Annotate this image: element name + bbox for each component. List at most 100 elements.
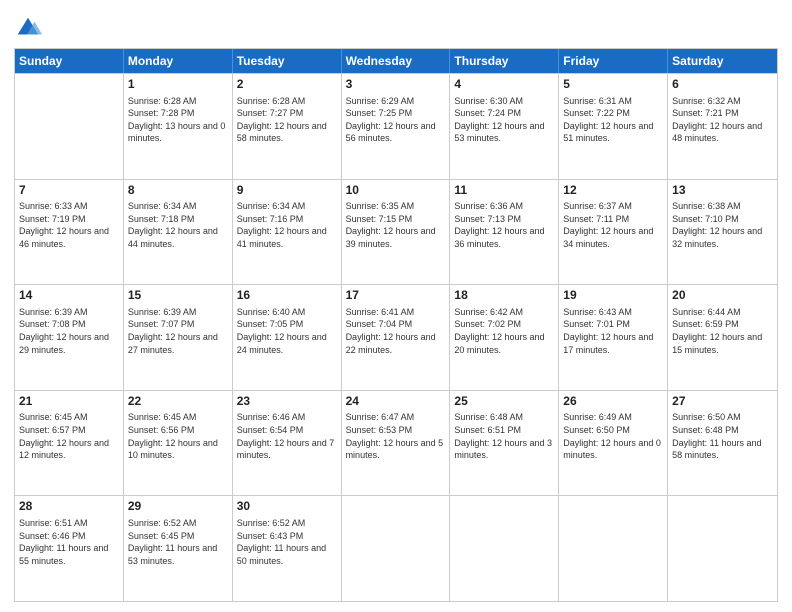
- calendar-cell: 2 Sunrise: 6:28 AMSunset: 7:27 PMDaylight…: [233, 74, 342, 179]
- day-info: Sunrise: 6:28 AMSunset: 7:27 PMDaylight:…: [237, 95, 337, 145]
- day-info: Sunrise: 6:40 AMSunset: 7:05 PMDaylight:…: [237, 306, 337, 356]
- calendar-cell: 5 Sunrise: 6:31 AMSunset: 7:22 PMDaylight…: [559, 74, 668, 179]
- day-number: 17: [346, 288, 446, 304]
- day-number: 4: [454, 77, 554, 93]
- calendar-cell: 18 Sunrise: 6:42 AMSunset: 7:02 PMDayligh…: [450, 285, 559, 390]
- calendar-cell: [450, 496, 559, 601]
- calendar-week: 28 Sunrise: 6:51 AMSunset: 6:46 PMDayligh…: [15, 495, 777, 601]
- day-info: Sunrise: 6:45 AMSunset: 6:56 PMDaylight:…: [128, 411, 228, 461]
- calendar-header: SundayMondayTuesdayWednesdayThursdayFrid…: [15, 49, 777, 73]
- logo: [14, 14, 46, 42]
- calendar-cell: 17 Sunrise: 6:41 AMSunset: 7:04 PMDayligh…: [342, 285, 451, 390]
- logo-icon: [14, 14, 42, 42]
- day-number: 28: [19, 499, 119, 515]
- day-info: Sunrise: 6:33 AMSunset: 7:19 PMDaylight:…: [19, 200, 119, 250]
- calendar-cell: 26Sunrise: 6:49 AMSunset: 6:50 PMDayligh…: [559, 391, 668, 496]
- day-info: Sunrise: 6:29 AMSunset: 7:25 PMDaylight:…: [346, 95, 446, 145]
- cal-header-day: Monday: [124, 49, 233, 73]
- day-number: 5: [563, 77, 663, 93]
- day-info: Sunrise: 6:37 AMSunset: 7:11 PMDaylight:…: [563, 200, 663, 250]
- day-info: Sunrise: 6:35 AMSunset: 7:15 PMDaylight:…: [346, 200, 446, 250]
- day-info: Sunrise: 6:38 AMSunset: 7:10 PMDaylight:…: [672, 200, 773, 250]
- calendar-cell: 22Sunrise: 6:45 AMSunset: 6:56 PMDayligh…: [124, 391, 233, 496]
- day-number: 19: [563, 288, 663, 304]
- page: SundayMondayTuesdayWednesdayThursdayFrid…: [0, 0, 792, 612]
- calendar-cell: [559, 496, 668, 601]
- calendar-cell: 23Sunrise: 6:46 AMSunset: 6:54 PMDayligh…: [233, 391, 342, 496]
- header: [14, 10, 778, 42]
- day-info: Sunrise: 6:30 AMSunset: 7:24 PMDaylight:…: [454, 95, 554, 145]
- calendar: SundayMondayTuesdayWednesdayThursdayFrid…: [14, 48, 778, 602]
- day-info: Sunrise: 6:39 AMSunset: 7:07 PMDaylight:…: [128, 306, 228, 356]
- day-number: 30: [237, 499, 337, 515]
- cal-header-day: Sunday: [15, 49, 124, 73]
- day-info: Sunrise: 6:52 AMSunset: 6:43 PMDaylight:…: [237, 517, 337, 567]
- day-number: 3: [346, 77, 446, 93]
- day-number: 29: [128, 499, 228, 515]
- day-number: 22: [128, 394, 228, 410]
- day-info: Sunrise: 6:31 AMSunset: 7:22 PMDaylight:…: [563, 95, 663, 145]
- calendar-cell: 29Sunrise: 6:52 AMSunset: 6:45 PMDayligh…: [124, 496, 233, 601]
- day-info: Sunrise: 6:34 AMSunset: 7:16 PMDaylight:…: [237, 200, 337, 250]
- calendar-cell: 24Sunrise: 6:47 AMSunset: 6:53 PMDayligh…: [342, 391, 451, 496]
- day-number: 11: [454, 183, 554, 199]
- day-number: 24: [346, 394, 446, 410]
- day-info: Sunrise: 6:43 AMSunset: 7:01 PMDaylight:…: [563, 306, 663, 356]
- calendar-week: 21Sunrise: 6:45 AMSunset: 6:57 PMDayligh…: [15, 390, 777, 496]
- day-number: 21: [19, 394, 119, 410]
- calendar-cell: 19 Sunrise: 6:43 AMSunset: 7:01 PMDayligh…: [559, 285, 668, 390]
- day-number: 9: [237, 183, 337, 199]
- calendar-cell: 28 Sunrise: 6:51 AMSunset: 6:46 PMDayligh…: [15, 496, 124, 601]
- day-info: Sunrise: 6:28 AMSunset: 7:28 PMDaylight:…: [128, 95, 228, 145]
- calendar-week: 7Sunrise: 6:33 AMSunset: 7:19 PMDaylight…: [15, 179, 777, 285]
- calendar-cell: 9Sunrise: 6:34 AMSunset: 7:16 PMDaylight…: [233, 180, 342, 285]
- cal-header-day: Friday: [559, 49, 668, 73]
- day-number: 1: [128, 77, 228, 93]
- day-number: 2: [237, 77, 337, 93]
- cal-header-day: Thursday: [450, 49, 559, 73]
- day-info: Sunrise: 6:46 AMSunset: 6:54 PMDaylight:…: [237, 411, 337, 461]
- calendar-cell: [342, 496, 451, 601]
- day-info: Sunrise: 6:42 AMSunset: 7:02 PMDaylight:…: [454, 306, 554, 356]
- calendar-cell: 8Sunrise: 6:34 AMSunset: 7:18 PMDaylight…: [124, 180, 233, 285]
- day-info: Sunrise: 6:39 AMSunset: 7:08 PMDaylight:…: [19, 306, 119, 356]
- day-info: Sunrise: 6:41 AMSunset: 7:04 PMDaylight:…: [346, 306, 446, 356]
- day-number: 16: [237, 288, 337, 304]
- day-number: 23: [237, 394, 337, 410]
- calendar-week: 14 Sunrise: 6:39 AMSunset: 7:08 PMDayligh…: [15, 284, 777, 390]
- day-number: 18: [454, 288, 554, 304]
- day-number: 26: [563, 394, 663, 410]
- day-number: 12: [563, 183, 663, 199]
- day-number: 7: [19, 183, 119, 199]
- day-number: 20: [672, 288, 773, 304]
- day-info: Sunrise: 6:50 AMSunset: 6:48 PMDaylight:…: [672, 411, 773, 461]
- day-info: Sunrise: 6:34 AMSunset: 7:18 PMDaylight:…: [128, 200, 228, 250]
- calendar-body: 1 Sunrise: 6:28 AMSunset: 7:28 PMDaylight…: [15, 73, 777, 601]
- cal-header-day: Saturday: [668, 49, 777, 73]
- day-info: Sunrise: 6:51 AMSunset: 6:46 PMDaylight:…: [19, 517, 119, 567]
- calendar-cell: 21Sunrise: 6:45 AMSunset: 6:57 PMDayligh…: [15, 391, 124, 496]
- calendar-cell: 27Sunrise: 6:50 AMSunset: 6:48 PMDayligh…: [668, 391, 777, 496]
- day-info: Sunrise: 6:36 AMSunset: 7:13 PMDaylight:…: [454, 200, 554, 250]
- day-info: Sunrise: 6:48 AMSunset: 6:51 PMDaylight:…: [454, 411, 554, 461]
- calendar-cell: 20 Sunrise: 6:44 AMSunset: 6:59 PMDayligh…: [668, 285, 777, 390]
- calendar-cell: 10Sunrise: 6:35 AMSunset: 7:15 PMDayligh…: [342, 180, 451, 285]
- calendar-cell: 30 Sunrise: 6:52 AMSunset: 6:43 PMDayligh…: [233, 496, 342, 601]
- cal-header-day: Tuesday: [233, 49, 342, 73]
- day-info: Sunrise: 6:44 AMSunset: 6:59 PMDaylight:…: [672, 306, 773, 356]
- cal-header-day: Wednesday: [342, 49, 451, 73]
- calendar-cell: [15, 74, 124, 179]
- calendar-cell: 13Sunrise: 6:38 AMSunset: 7:10 PMDayligh…: [668, 180, 777, 285]
- day-number: 14: [19, 288, 119, 304]
- calendar-cell: 7Sunrise: 6:33 AMSunset: 7:19 PMDaylight…: [15, 180, 124, 285]
- day-number: 8: [128, 183, 228, 199]
- calendar-week: 1 Sunrise: 6:28 AMSunset: 7:28 PMDaylight…: [15, 73, 777, 179]
- day-info: Sunrise: 6:45 AMSunset: 6:57 PMDaylight:…: [19, 411, 119, 461]
- day-info: Sunrise: 6:32 AMSunset: 7:21 PMDaylight:…: [672, 95, 773, 145]
- calendar-cell: 6Sunrise: 6:32 AMSunset: 7:21 PMDaylight…: [668, 74, 777, 179]
- calendar-cell: 12Sunrise: 6:37 AMSunset: 7:11 PMDayligh…: [559, 180, 668, 285]
- calendar-cell: 15Sunrise: 6:39 AMSunset: 7:07 PMDayligh…: [124, 285, 233, 390]
- day-number: 10: [346, 183, 446, 199]
- calendar-cell: 4 Sunrise: 6:30 AMSunset: 7:24 PMDaylight…: [450, 74, 559, 179]
- calendar-cell: 25Sunrise: 6:48 AMSunset: 6:51 PMDayligh…: [450, 391, 559, 496]
